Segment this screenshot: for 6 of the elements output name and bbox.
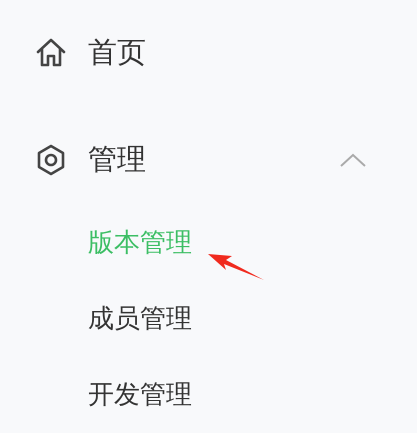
home-icon bbox=[35, 37, 67, 69]
hexagon-icon bbox=[35, 144, 67, 176]
menu-group-header[interactable]: 管理 bbox=[0, 132, 417, 188]
submenu-item[interactable]: 开发管理 bbox=[0, 366, 300, 422]
submenu-item[interactable]: 成员管理 bbox=[0, 290, 300, 346]
menu-item[interactable]: 首页 bbox=[0, 25, 417, 81]
